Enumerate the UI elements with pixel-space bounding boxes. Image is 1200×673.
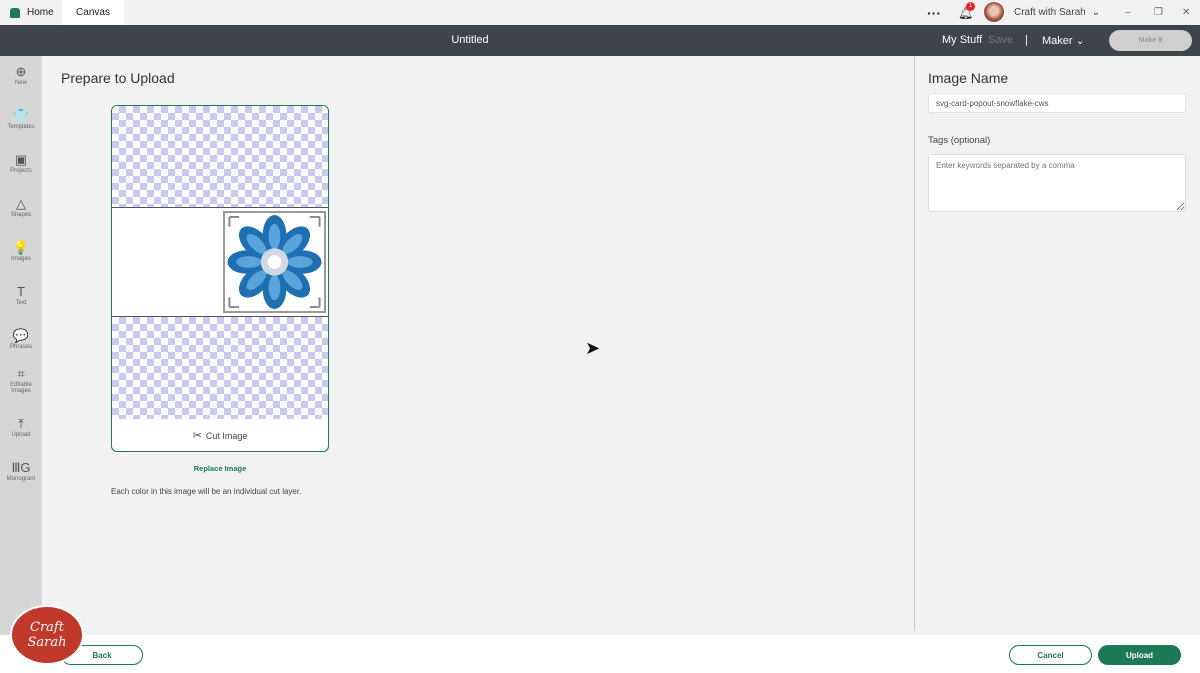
make-it-button[interactable]: Make It xyxy=(1109,30,1192,51)
shapes-icon: △ xyxy=(16,196,26,211)
snowflake-frame xyxy=(223,211,326,313)
templates-icon: 👕 xyxy=(12,108,30,123)
avatar[interactable] xyxy=(984,2,1004,22)
machine-label: Maker xyxy=(1042,35,1073,47)
sidebar-item-images[interactable]: 💡 Images xyxy=(0,240,42,262)
project-title: Untitled xyxy=(451,34,489,46)
more-icon[interactable]: ··· xyxy=(927,0,941,25)
image-name-label: Image Name xyxy=(928,70,1009,86)
sidebar-item-label: Shapes xyxy=(10,212,32,218)
left-sidebar: ⊕ New 👕 Templates ▣ Projects △ Shapes 💡 Images T Te… xyxy=(0,56,42,673)
upload-icon: ⤒ xyxy=(18,416,24,431)
sidebar-item-label: Phrases xyxy=(9,344,32,350)
separator: | xyxy=(1025,34,1028,46)
sidebar-item-label: Images xyxy=(11,256,31,262)
user-menu[interactable]: Craft with Sarah ⌄ xyxy=(1014,0,1100,25)
cut-layer-note: Each color in this image will be an indi… xyxy=(111,487,302,496)
images-icon: 💡 xyxy=(12,240,30,255)
chevron-down-icon: ⌄ xyxy=(1091,7,1101,18)
sidebar-item-label: Templates xyxy=(7,124,35,130)
sidebar-item-upload[interactable]: ⤒ Upload xyxy=(0,416,42,438)
header: Untitled My Stuff Save | Maker ⌄ Make It xyxy=(0,25,1200,56)
text-icon: T xyxy=(17,284,25,299)
transparent-area xyxy=(112,317,328,419)
transparent-area xyxy=(112,106,328,208)
page-title: Prepare to Upload xyxy=(61,70,175,86)
sidebar-item-label: Text xyxy=(15,300,27,306)
new-icon: ⊕ xyxy=(15,64,27,79)
scissors-icon: ✂ xyxy=(192,430,202,442)
image-preview-card: ✂ Cut Image xyxy=(111,105,329,452)
tags-input[interactable] xyxy=(928,154,1186,212)
sidebar-item-label: New xyxy=(14,80,27,86)
mouse-cursor: ➤ xyxy=(585,338,601,358)
tags-label: Tags (optional) xyxy=(928,135,991,146)
panel-divider xyxy=(914,56,915,630)
sidebar-item-phrases[interactable]: 💬 Phrases xyxy=(0,328,42,350)
machine-select[interactable]: Maker ⌄ xyxy=(1042,34,1085,47)
image-name-input[interactable] xyxy=(928,93,1186,113)
editable-images-icon: ⌗ xyxy=(17,366,25,381)
sidebar-item-new[interactable]: ⊕ New xyxy=(0,64,42,86)
sidebar-item-text[interactable]: T Text xyxy=(0,284,42,306)
close-button[interactable]: ✕ xyxy=(1182,0,1190,25)
sidebar-item-projects[interactable]: ▣ Projects xyxy=(0,152,42,174)
tab-canvas-label: Canvas xyxy=(76,7,110,18)
tab-home-label: Home xyxy=(27,7,54,18)
projects-icon: ▣ xyxy=(14,152,28,167)
replace-image-link[interactable]: Replace Image xyxy=(111,464,329,473)
home-icon xyxy=(10,7,20,18)
snowflake-image xyxy=(227,214,322,310)
sidebar-item-shapes[interactable]: △ Shapes xyxy=(0,196,42,218)
sidebar-item-templates[interactable]: 👕 Templates xyxy=(0,108,42,130)
craft-with-sarah-logo: Craft Sarah xyxy=(10,605,84,665)
sidebar-item-label: Editable Images xyxy=(10,382,32,394)
upload-button[interactable]: Upload xyxy=(1098,645,1181,665)
cancel-button[interactable]: Cancel xyxy=(1009,645,1092,665)
sidebar-item-label: Upload xyxy=(11,432,31,438)
cut-image-text: Cut Image xyxy=(205,430,248,441)
sidebar-item-label: Monogram xyxy=(6,476,36,482)
notification-badge: 1 xyxy=(966,2,975,11)
sidebar-item-monogram[interactable]: ⅢG Monogram xyxy=(0,460,42,482)
tab-bar: Home Canvas ··· 🔔︎ 1 Craft with Sarah ⌄ –… xyxy=(0,0,1200,25)
user-name: Craft with Sarah xyxy=(1014,7,1086,18)
chevron-down-icon: ⌄ xyxy=(1075,35,1085,47)
card-image xyxy=(112,207,328,317)
tab-canvas[interactable]: Canvas xyxy=(62,0,124,25)
restore-button[interactable]: ❐ xyxy=(1154,0,1163,25)
phrases-icon: 💬 xyxy=(12,328,30,343)
minimize-button[interactable]: – xyxy=(1125,0,1131,25)
my-stuff-button[interactable]: My Stuff xyxy=(942,34,982,46)
cut-image-label: ✂ Cut Image xyxy=(112,419,328,451)
monogram-icon: ⅢG xyxy=(11,460,31,475)
save-button[interactable]: Save xyxy=(988,34,1013,46)
sidebar-item-editable-images[interactable]: ⌗ Editable Images xyxy=(0,366,42,394)
tab-home[interactable]: Home xyxy=(0,0,62,25)
sidebar-item-label: Projects xyxy=(10,168,32,174)
